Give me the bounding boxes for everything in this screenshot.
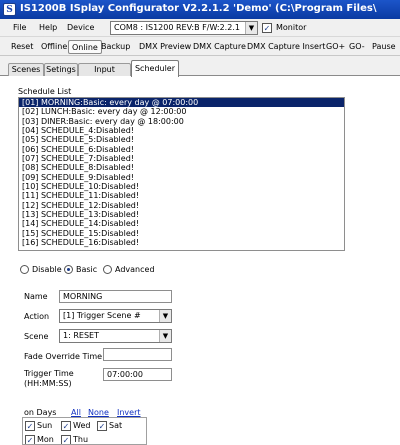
days-box: ✓ Sun ✓ Wed ✓ Sat ✓ Mon ✓ Thu <box>22 417 147 445</box>
tab-scenes[interactable]: Scenes <box>8 63 44 76</box>
menu-device[interactable]: Device <box>67 23 94 32</box>
list-item[interactable]: [05] SCHEDULE_5:Disabled! <box>19 135 344 144</box>
go-plus-button[interactable]: GO+ <box>323 40 348 54</box>
list-item[interactable]: [06] SCHEDULE_6:Disabled! <box>19 145 344 154</box>
list-item[interactable]: [14] SCHEDULE_14:Disabled! <box>19 219 344 228</box>
list-item[interactable]: [09] SCHEDULE_9:Disabled! <box>19 173 344 182</box>
action-value: [1] Trigger Scene # <box>63 311 141 320</box>
tab-scheduler[interactable]: Scheduler <box>131 60 179 77</box>
wed-checkbox[interactable]: ✓ <box>61 421 71 431</box>
list-item[interactable]: [08] SCHEDULE_8:Disabled! <box>19 163 344 172</box>
menu-help[interactable]: Help <box>39 23 57 32</box>
backup-button[interactable]: Backup <box>98 40 133 54</box>
wed-label: Wed <box>73 421 91 430</box>
chevron-down-icon: ▼ <box>159 310 171 322</box>
thu-label: Thu <box>73 435 89 444</box>
list-item[interactable]: [11] SCHEDULE_11:Disabled! <box>19 191 344 200</box>
no-days-link[interactable]: None <box>88 408 109 417</box>
device-port-select[interactable]: COM8 : IS1200 REV:B F/W:2.2.1 ▼ <box>110 21 258 35</box>
disable-radio[interactable] <box>20 265 29 274</box>
fade-override-label: Fade Override Time <box>24 352 103 361</box>
chevron-down-icon: ▼ <box>159 330 171 342</box>
app-icon: S <box>3 3 16 16</box>
action-label: Action <box>24 312 50 321</box>
list-item[interactable]: [16] SCHEDULE_16:Disabled! <box>19 238 344 247</box>
monitor-checkbox[interactable]: ✓ <box>262 23 272 33</box>
mon-checkbox[interactable]: ✓ <box>25 435 35 444</box>
sat-label: Sat <box>109 421 123 430</box>
list-item[interactable]: [04] SCHEDULE_4:Disabled! <box>19 126 344 135</box>
list-item[interactable]: [10] SCHEDULE_10:Disabled! <box>19 182 344 191</box>
list-item[interactable]: [02] LUNCH:Basic: every day @ 12:00:00 <box>19 107 344 116</box>
schedule-list[interactable]: [01] MORNING:Basic: every day @ 07:00:00… <box>18 97 345 251</box>
invert-days-link[interactable]: Invert <box>117 408 141 417</box>
action-select[interactable]: [1] Trigger Scene # ▼ <box>59 309 172 323</box>
tab-input-triggers[interactable]: Input Triggers <box>78 63 131 86</box>
basic-label: Basic <box>76 265 98 274</box>
tab-strip: Scenes Setings Input Triggers Scheduler <box>0 60 400 86</box>
scene-label: Scene <box>24 332 49 341</box>
list-item[interactable]: [12] SCHEDULE_12:Disabled! <box>19 201 344 210</box>
reset-button[interactable]: Reset <box>8 40 36 54</box>
window-title: IS1200B ISplay Configurator V2.2.1.2 'De… <box>20 3 377 14</box>
advanced-radio[interactable] <box>103 265 112 274</box>
sat-checkbox[interactable]: ✓ <box>97 421 107 431</box>
online-button[interactable]: Online <box>68 40 102 54</box>
disable-label: Disable <box>32 265 62 274</box>
trigger-time-format: (HH:MM:SS) <box>24 379 72 388</box>
basic-radio[interactable] <box>64 265 73 274</box>
monitor-label: Monitor <box>276 23 307 32</box>
name-field[interactable]: MORNING <box>59 290 172 303</box>
fade-override-field[interactable] <box>103 348 172 361</box>
dmx-preview-button[interactable]: DMX Preview <box>136 40 194 54</box>
advanced-label: Advanced <box>115 265 155 274</box>
dmx-capture-insert-button[interactable]: DMX Capture Insert <box>244 40 328 54</box>
list-item[interactable]: [07] SCHEDULE_7:Disabled! <box>19 154 344 163</box>
trigger-time-label: Trigger Time <box>24 369 74 378</box>
pause-button[interactable]: Pause <box>369 40 399 54</box>
sun-label: Sun <box>37 421 53 430</box>
trigger-time-field[interactable]: 07:00:00 <box>103 368 172 381</box>
sun-checkbox[interactable]: ✓ <box>25 421 35 431</box>
list-item[interactable]: [03] DINER:Basic: every day @ 18:00:00 <box>19 117 344 126</box>
thu-checkbox[interactable]: ✓ <box>61 435 71 444</box>
offline-button[interactable]: Offline <box>38 40 70 54</box>
mon-label: Mon <box>37 435 54 444</box>
chevron-down-icon: ▼ <box>245 22 257 34</box>
menu-bar: File Help Device COM8 : IS1200 REV:B F/W… <box>0 19 400 37</box>
scene-select[interactable]: 1: RESET ▼ <box>59 329 172 343</box>
device-port-value: COM8 : IS1200 REV:B F/W:2.2.1 <box>114 23 240 32</box>
scene-value: 1: RESET <box>63 331 99 340</box>
go-minus-button[interactable]: GO- <box>346 40 368 54</box>
menu-file[interactable]: File <box>13 23 26 32</box>
toolbar: Reset Offline Online Backup DMX Preview … <box>0 38 400 56</box>
on-days-label: on Days <box>24 408 57 417</box>
list-item[interactable]: [13] SCHEDULE_13:Disabled! <box>19 210 344 219</box>
dmx-capture-button[interactable]: DMX Capture <box>190 40 249 54</box>
list-item[interactable]: [15] SCHEDULE_15:Disabled! <box>19 229 344 238</box>
schedule-list-title: Schedule List <box>18 87 72 96</box>
title-bar: S IS1200B ISplay Configurator V2.2.1.2 '… <box>0 0 400 19</box>
list-item[interactable]: [01] MORNING:Basic: every day @ 07:00:00 <box>19 98 344 108</box>
name-label: Name <box>24 292 48 301</box>
all-days-link[interactable]: All <box>71 408 81 417</box>
tab-settings[interactable]: Setings <box>44 63 78 76</box>
